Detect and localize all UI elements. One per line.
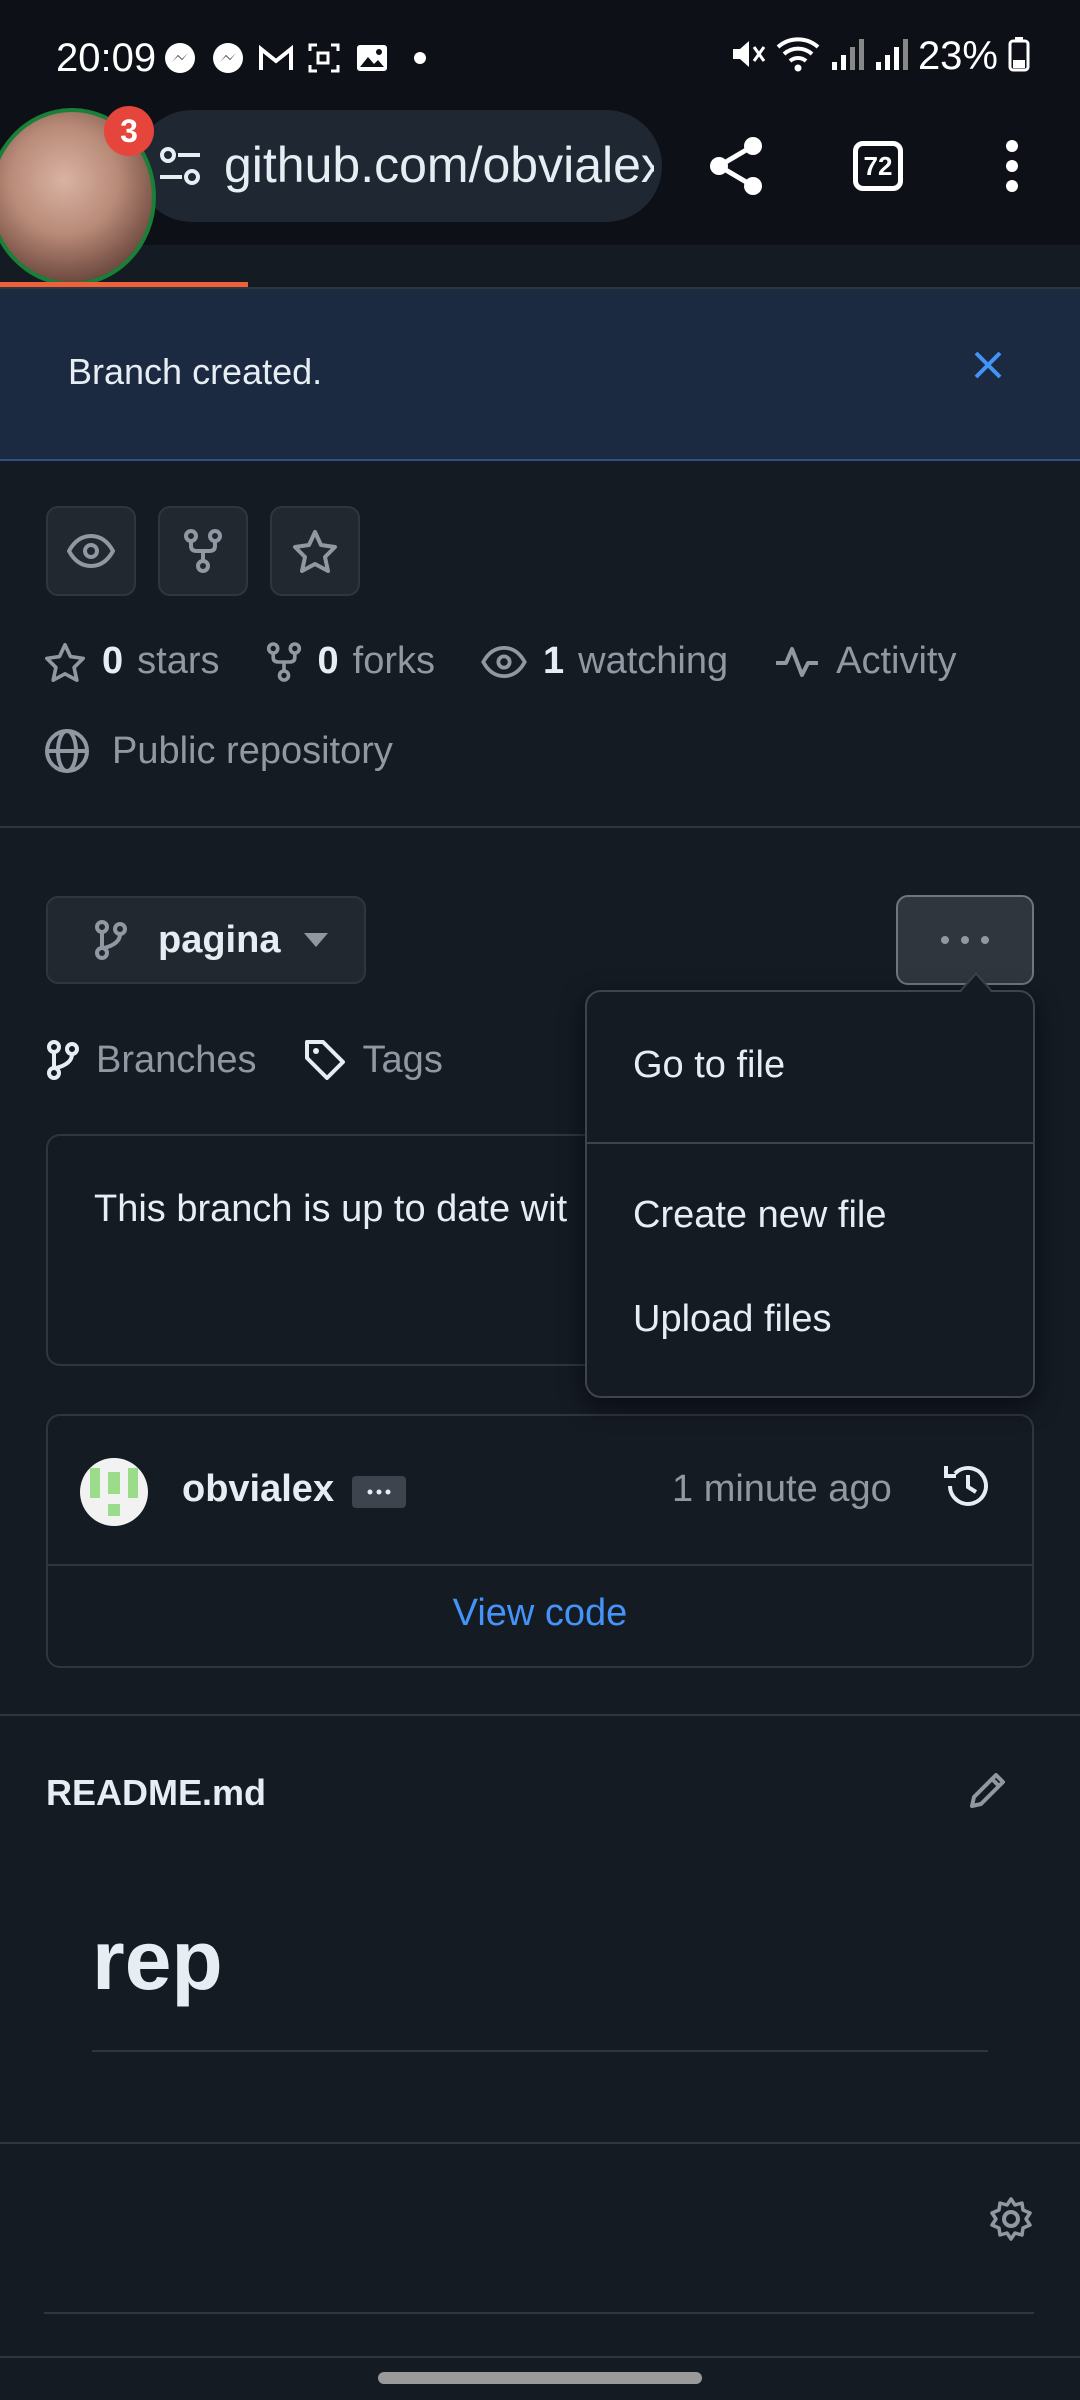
menu-item-create-new-file[interactable]: Create new file — [633, 1194, 886, 1237]
tab-count: 72 — [853, 141, 903, 191]
close-icon — [974, 351, 1002, 379]
star-icon — [45, 642, 85, 682]
tags-link[interactable]: Tags — [303, 1038, 443, 1082]
watching-count: 1 — [543, 640, 565, 682]
commit-message-toggle[interactable] — [352, 1476, 406, 1508]
site-settings-icon[interactable] — [158, 144, 202, 193]
flash-message: Branch created. — [68, 351, 323, 392]
notification-badge: 3 — [104, 106, 154, 156]
menu-item-upload-files[interactable]: Upload files — [633, 1298, 832, 1341]
gmail-icon — [258, 40, 294, 76]
repo-stats: 0 stars 0 forks 1 watching Activity — [44, 640, 1002, 683]
forks-count: 0 — [317, 640, 339, 682]
section-divider — [0, 826, 1080, 828]
pencil-icon — [970, 1773, 1005, 1808]
heading-rule — [92, 2050, 988, 2052]
wifi-icon — [776, 35, 820, 78]
forks-link[interactable]: 0 forks — [266, 640, 435, 683]
gear-icon — [990, 2197, 1032, 2241]
branch-selector[interactable]: pagina — [46, 896, 366, 984]
ellipsis-icon — [367, 1489, 391, 1495]
branches-label: Branches — [96, 1038, 257, 1081]
activity-link[interactable]: Activity — [774, 640, 956, 683]
history-icon — [944, 1465, 988, 1506]
more-actions-menu: Go to file Create new file Upload files — [585, 990, 1035, 1398]
watch-button[interactable] — [46, 506, 136, 596]
branch-icon — [47, 1040, 79, 1080]
visibility-row: Public repository — [44, 728, 393, 774]
kebab-horizontal-icon — [941, 936, 989, 944]
stars-link[interactable]: 0 stars — [44, 640, 220, 683]
star-button[interactable] — [270, 506, 360, 596]
activity-label: Activity — [836, 640, 957, 682]
battery-percent: 23% — [917, 34, 998, 78]
tag-icon — [304, 1040, 345, 1080]
readme-panel: README.md rep — [0, 1714, 1080, 2144]
branch-name: pagina — [158, 918, 281, 961]
watching-link[interactable]: 1 watching — [481, 640, 728, 683]
stars-count: 0 — [102, 640, 124, 682]
flash-banner: Branch created. — [0, 289, 1080, 461]
star-icon — [293, 530, 337, 573]
menu-pointer-fill — [960, 975, 992, 993]
readme-filename[interactable]: README.md — [46, 1772, 266, 1814]
commit-author[interactable]: obvialex — [182, 1468, 334, 1511]
forks-label: forks — [352, 640, 435, 682]
commit-row: obvialex 1 minute ago — [48, 1416, 1032, 1566]
readme-heading: rep — [92, 1913, 223, 2007]
browser-toolbar: github.com/obvialex 72 — [0, 110, 1080, 245]
visibility-label: Public repository — [112, 729, 393, 772]
messenger-icon — [210, 40, 246, 76]
status-bar: 20:09 23% — [0, 0, 1080, 110]
url-text[interactable]: github.com/obvialex — [224, 136, 654, 194]
stars-label: stars — [137, 640, 220, 682]
branch-status-text: This branch is up to date wit — [94, 1188, 568, 1230]
author-avatar[interactable] — [80, 1458, 148, 1526]
share-icon — [710, 137, 762, 195]
view-code-link[interactable]: View code — [48, 1592, 1032, 1635]
close-flash-button[interactable] — [964, 341, 1012, 389]
fork-icon — [184, 529, 222, 573]
pulse-icon — [776, 646, 819, 677]
eye-icon — [481, 645, 527, 678]
menu-divider — [587, 1142, 1033, 1144]
menu-item-go-to-file[interactable]: Go to file — [633, 1044, 785, 1087]
browser-menu-button[interactable] — [980, 134, 1044, 198]
eye-icon — [67, 534, 115, 568]
branches-tags-row: Branches Tags — [46, 1038, 489, 1082]
tab-switcher-button[interactable]: 72 — [846, 134, 910, 198]
tags-label: Tags — [362, 1038, 443, 1081]
commit-time[interactable]: 1 minute ago — [672, 1468, 892, 1511]
footer-divider — [0, 2356, 1080, 2358]
footer-divider — [44, 2312, 1034, 2314]
repo-settings-button[interactable] — [988, 2196, 1034, 2247]
history-button[interactable] — [942, 1460, 994, 1517]
address-bar[interactable]: github.com/obvialex — [136, 110, 662, 222]
fork-button[interactable] — [158, 506, 248, 596]
signal-icon — [830, 36, 864, 77]
caret-down-icon — [304, 933, 329, 947]
messenger-icon — [162, 40, 198, 76]
screen-record-icon — [306, 40, 342, 76]
gesture-nav-handle[interactable] — [378, 2372, 702, 2384]
status-notification-icons — [162, 40, 438, 76]
branch-icon — [95, 920, 127, 960]
latest-commit-box: obvialex 1 minute ago View code — [46, 1414, 1034, 1668]
status-time: 20:09 — [56, 36, 157, 80]
watching-label: watching — [578, 640, 729, 682]
signal-icon — [874, 36, 908, 77]
dot-icon — [402, 40, 438, 76]
gallery-icon — [354, 40, 390, 76]
share-button[interactable] — [704, 134, 768, 198]
fork-icon — [266, 641, 301, 682]
globe-icon — [45, 729, 89, 773]
mute-icon — [728, 35, 766, 78]
status-system-icons: 23% — [728, 34, 1030, 79]
more-vertical-icon — [1006, 140, 1018, 192]
battery-icon — [1008, 36, 1030, 77]
branches-link[interactable]: Branches — [46, 1039, 257, 1082]
edit-readme-button[interactable] — [966, 1768, 1010, 1817]
